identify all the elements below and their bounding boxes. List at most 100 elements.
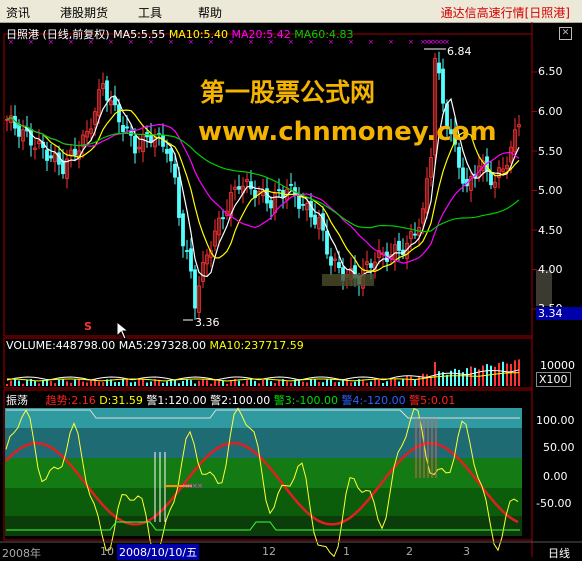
volume-bar (66, 381, 68, 386)
candle-body (125, 126, 129, 129)
volume-bar (142, 379, 144, 386)
candle-body (313, 214, 317, 225)
candle-body (489, 172, 493, 186)
volume-bar (326, 379, 328, 386)
volume-bar (278, 379, 280, 386)
menu-item-news[interactable]: 资讯 (6, 4, 30, 21)
candle-body (397, 240, 401, 251)
volume-bar (122, 379, 124, 386)
indicator-band (5, 428, 522, 458)
volume-bar (126, 379, 128, 386)
candle-body (45, 149, 49, 161)
candle-body (461, 167, 465, 184)
candle-body (173, 163, 177, 178)
volume-bar (402, 378, 404, 386)
menu-item-tools[interactable]: 工具 (138, 4, 162, 21)
volume-bar (242, 383, 244, 386)
volume-bar (254, 380, 256, 386)
volume-bar (226, 383, 228, 386)
volume-bar (138, 379, 140, 386)
indicator-alert4: 警4:-120.00 (341, 394, 406, 407)
volume-bar (258, 383, 260, 386)
volume-bar (274, 383, 276, 386)
menu-item-hk-futures[interactable]: 港股期货 (60, 4, 108, 21)
volume-bar (146, 382, 148, 386)
indicator-alert1: 警1:120.00 (146, 394, 207, 407)
volume-bar (370, 381, 372, 386)
volume-bar (318, 381, 320, 386)
price-tick: 5.50 (538, 145, 563, 158)
close-icon[interactable]: ✕ (559, 27, 572, 40)
indicator-trend: 趋势:2.16 (45, 394, 96, 407)
volume-bar (34, 380, 36, 386)
volume-header: VOLUME:448798.00 MA5:297328.00 MA10:2377… (6, 339, 304, 352)
volume-bar (378, 379, 380, 386)
mouse-cursor-icon (116, 321, 130, 340)
date-label: 10 (100, 545, 114, 558)
volume-bar (70, 382, 72, 386)
volume-bar (374, 379, 376, 386)
consolidation-box (322, 274, 374, 286)
volume-bar (98, 381, 100, 386)
volume-bar (418, 375, 420, 386)
indicator-d: D:31.59 (99, 394, 143, 407)
watermark-title: 第一股票公式网 (200, 78, 376, 107)
volume-bar (302, 381, 304, 386)
volume-ma5: MA5:297328.00 (118, 339, 206, 352)
volume-bar (270, 381, 272, 386)
volume-bar (18, 380, 20, 386)
candle-body (277, 189, 281, 191)
volume-bar (510, 364, 512, 386)
candle-body (61, 160, 65, 175)
volume-bar (398, 381, 400, 386)
high-price-label: 6.84 (447, 45, 472, 58)
volume-bar (38, 383, 40, 386)
candle-body (237, 186, 241, 190)
volume-bar (290, 382, 292, 386)
sell-marker: S (84, 320, 92, 333)
price-tick: 4.50 (538, 224, 563, 237)
volume-bar (458, 369, 460, 386)
volume-bar (410, 376, 412, 386)
volume-bar (54, 383, 56, 386)
indicator-tick: 50.00 (543, 441, 575, 454)
volume-bar (250, 379, 252, 386)
volume-bar (50, 381, 52, 386)
volume-bar (206, 380, 208, 386)
volume-bar (366, 382, 368, 386)
signal-marker: × (408, 38, 414, 46)
volume-bar (178, 383, 180, 386)
indicator-alert5: 警5:0.01 (409, 394, 456, 407)
app-title: 通达信高速行情[日照港] (440, 6, 570, 20)
price-tick: 6.00 (538, 105, 563, 118)
volume-bar (286, 381, 288, 386)
menu-item-help[interactable]: 帮助 (198, 4, 222, 21)
candle-body (73, 148, 77, 156)
volume-bar (494, 366, 496, 386)
volume-bar (58, 379, 60, 386)
candle-body (457, 147, 461, 168)
candle-body (185, 250, 189, 252)
volume-bar (214, 380, 216, 386)
indicator-name: 振荡 (6, 394, 28, 407)
watermark-url: www.chnmoney.com (198, 117, 497, 147)
date-label: 2 (406, 545, 413, 558)
volume-bar (438, 371, 440, 386)
volume-bar (306, 382, 308, 386)
volume-bar (434, 362, 436, 386)
indicator-alert2: 警2:100.00 (210, 394, 271, 407)
volume-bar (26, 380, 28, 386)
candle-body (193, 269, 197, 309)
volume-tick: 10000 (540, 359, 575, 372)
volume-bar (414, 379, 416, 386)
period-label[interactable]: 日线 (548, 545, 570, 561)
candle-body (289, 184, 293, 186)
volume-bar (166, 381, 168, 386)
volume-bar (382, 383, 384, 386)
candle-body (337, 262, 341, 268)
menu-bar: 资讯 港股期货 工具 帮助 通达信高速行情[日照港] (0, 0, 582, 23)
volume-bar (186, 379, 188, 386)
volume-bar (314, 379, 316, 386)
volume-bar (114, 382, 116, 386)
volume-bar (430, 377, 432, 386)
